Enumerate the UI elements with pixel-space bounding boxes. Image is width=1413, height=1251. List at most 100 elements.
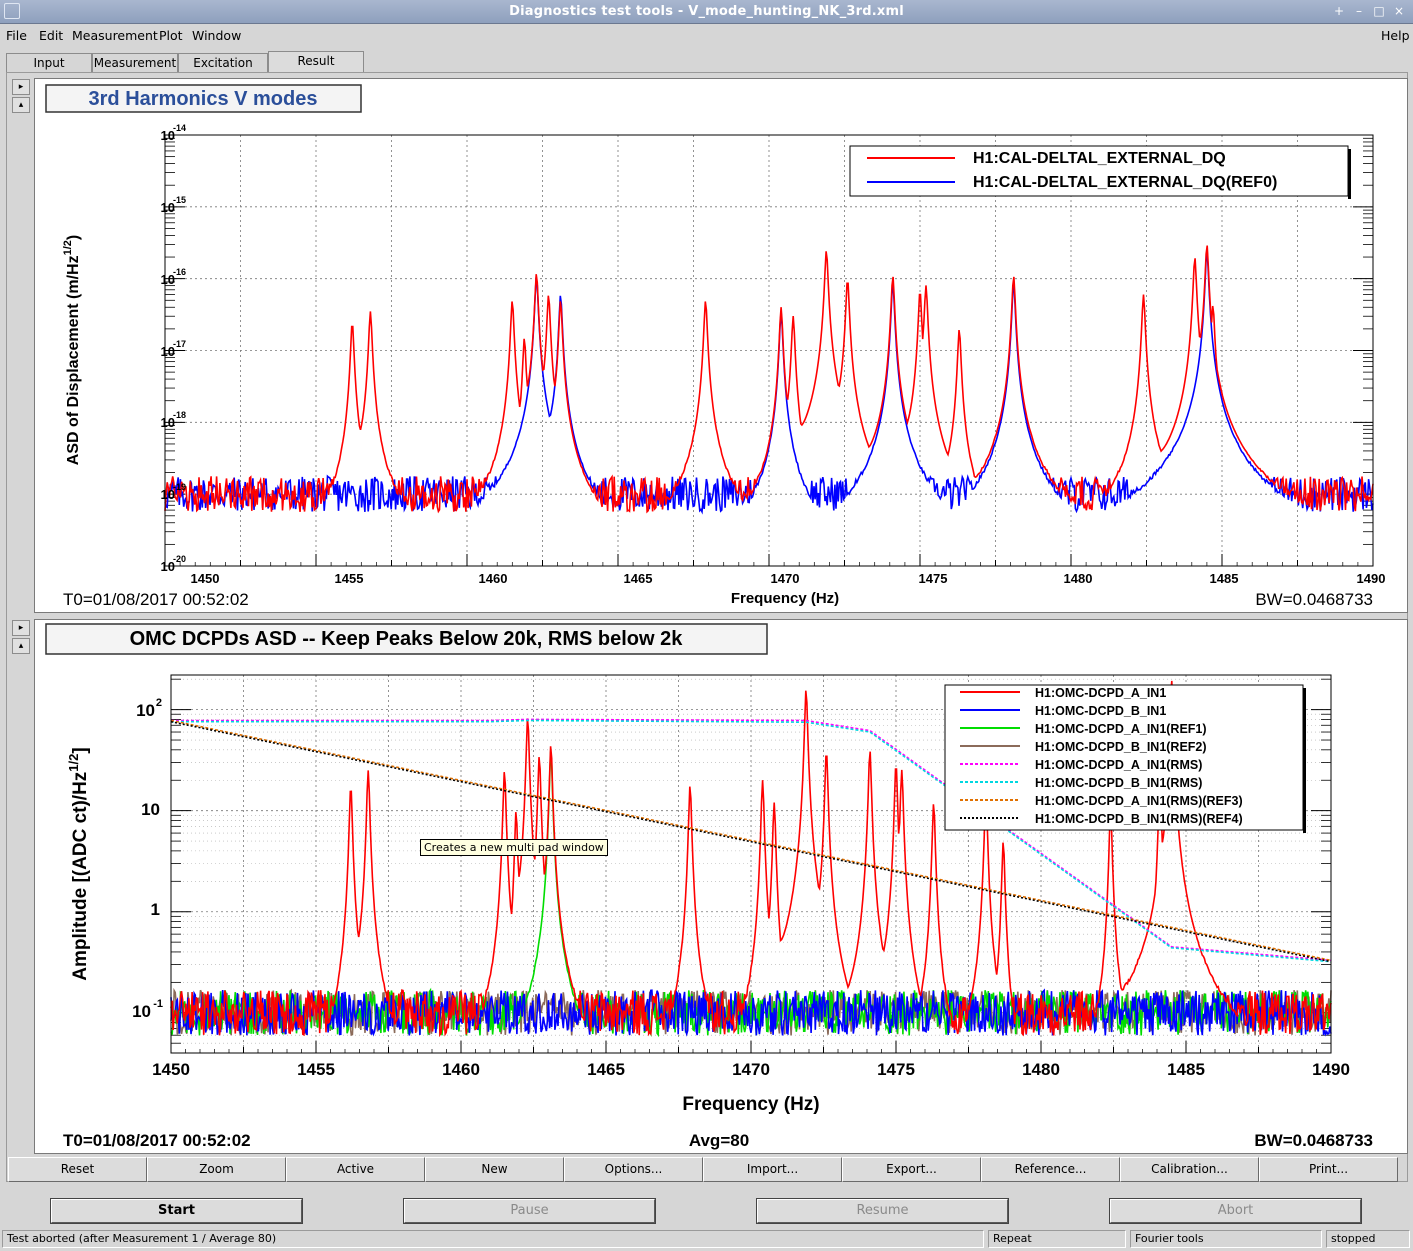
status-state: stopped — [1326, 1230, 1410, 1248]
plot-pad-2[interactable]: OMC DCPDs ASD -- Keep Peaks Below 20k, R… — [34, 619, 1408, 1154]
new-button[interactable]: New — [425, 1157, 564, 1182]
plot-2-legend-entry: H1:OMC-DCPD_B_IN1(REF2) — [1035, 740, 1207, 754]
resume-button[interactable]: Resume — [757, 1199, 1008, 1223]
plot-1-ytick-labels: 10 -14 10 -15 10 -16 10 -17 10 -18 10 -1… — [161, 123, 186, 574]
plot-1-xtick: 1475 — [919, 571, 948, 586]
calibration-button[interactable]: Calibration... — [1120, 1157, 1259, 1182]
window-controls: + – □ × — [1331, 3, 1407, 19]
pad1-collapse-icon[interactable]: ▴ — [12, 97, 30, 113]
plot-1-ylabel-main: ASD of Displacement (m/Hz — [65, 255, 82, 465]
plot-2-legend-entry: H1:OMC-DCPD_A_IN1 — [1035, 686, 1166, 700]
export-button[interactable]: Export... — [842, 1157, 981, 1182]
window-plus-icon[interactable]: + — [1331, 3, 1347, 19]
plot-1-legend: H1:CAL-DELTAL_EXTERNAL_DQ H1:CAL-DELTAL_… — [849, 145, 1351, 199]
plot-1-ytick-exp: -16 — [173, 267, 186, 277]
plot-1-ylabel-end: ) — [65, 235, 82, 240]
plot-2-xtick: 1480 — [1022, 1060, 1060, 1079]
plot-2-title: OMC DCPDs ASD -- Keep Peaks Below 20k, R… — [130, 628, 684, 650]
window-title: Diagnostics test tools - V_mode_hunting_… — [509, 4, 904, 19]
plot-2-xtick: 1490 — [1312, 1060, 1350, 1079]
window-close-icon[interactable]: × — [1391, 3, 1407, 19]
plot-1-xtick-labels: 1450 1455 1460 1465 1470 1475 1480 1485 … — [191, 571, 1386, 586]
plot-1-xtick: 1460 — [479, 571, 508, 586]
plot-2-legend-entry: H1:OMC-DCPD_A_IN1(REF1) — [1035, 722, 1207, 736]
plot-2-legend: H1:OMC-DCPD_A_IN1 H1:OMC-DCPD_B_IN1 H1:OMC… — [944, 684, 1306, 833]
status-message: Test aborted (after Measurement 1 / Aver… — [2, 1230, 984, 1248]
plot-1-xtick: 1490 — [1357, 571, 1386, 586]
plot-1-ytick-exp: -18 — [173, 410, 186, 420]
pause-button[interactable]: Pause — [404, 1199, 655, 1223]
status-bar: Test aborted (after Measurement 1 / Aver… — [0, 1228, 1413, 1250]
plot-2-legend-entry: H1:OMC-DCPD_B_IN1(RMS)(REF4) — [1035, 812, 1243, 826]
plot-1-ylabel: ASD of Displacement (m/Hz1/2) — [62, 235, 82, 465]
menu-file[interactable]: File — [6, 28, 27, 43]
plot-2-xlabel: Frequency (Hz) — [682, 1094, 819, 1115]
print-button[interactable]: Print... — [1259, 1157, 1398, 1182]
plot-1-xtick: 1485 — [1210, 571, 1239, 586]
plot-2-ytick: 10 — [132, 1002, 151, 1021]
options-button[interactable]: Options... — [564, 1157, 703, 1182]
plot-1-canvas: 3rd Harmonics V modes 1450 1455 1460 146… — [45, 84, 1386, 609]
reference-button[interactable]: Reference... — [981, 1157, 1120, 1182]
plot-2-ytick: 1 — [151, 900, 160, 919]
plot-1-legend-shadow — [1348, 149, 1351, 199]
pad1-expand-icon[interactable]: ▸ — [12, 79, 30, 95]
plot-2-xtick: 1460 — [442, 1060, 480, 1079]
menu-plot[interactable]: Plot — [159, 28, 183, 43]
plot-1-bw: BW=0.0468733 — [1255, 590, 1373, 609]
plot-2-xtick: 1475 — [877, 1060, 915, 1079]
tab-result[interactable]: Result — [268, 51, 364, 73]
menu-measurement[interactable]: Measurement — [72, 28, 158, 43]
tab-input[interactable]: Input — [6, 53, 92, 73]
active-button[interactable]: Active — [286, 1157, 425, 1182]
tab-measurement[interactable]: Measurement — [92, 53, 178, 73]
plot-1-ytick-exp: -19 — [173, 482, 186, 492]
menu-help[interactable]: Help — [1381, 28, 1410, 43]
plot-2-legend-entry: H1:OMC-DCPD_A_IN1(RMS)(REF3) — [1035, 794, 1243, 808]
plot-1-xtick: 1450 — [191, 571, 220, 586]
plot-2-bw: BW=0.0468733 — [1254, 1131, 1373, 1150]
plot-2-ytick-labels: 10 2 10 1 10 -1 — [132, 697, 163, 1021]
plot-2-xtick: 1470 — [732, 1060, 770, 1079]
plot-2-legend-shadow — [1303, 688, 1306, 833]
window-minimize-icon[interactable]: – — [1351, 3, 1367, 19]
plot-1-xtick: 1455 — [335, 571, 364, 586]
plot-1-t0: T0=01/08/2017 00:52:02 — [63, 590, 249, 609]
zoom-button[interactable]: Zoom — [147, 1157, 286, 1182]
tab-excitation[interactable]: Excitation — [178, 53, 268, 73]
plot-2-canvas: OMC DCPDs ASD -- Keep Peaks Below 20k, R… — [45, 623, 1373, 1150]
import-button[interactable]: Import... — [703, 1157, 842, 1182]
plot-2-xtick: 1465 — [587, 1060, 625, 1079]
plot-1-ytick-exp: -17 — [173, 339, 186, 349]
plot-2-t0: T0=01/08/2017 00:52:02 — [63, 1131, 251, 1150]
plot-2-ylabel-sup: 1/2 — [66, 754, 81, 772]
plot-2-ytick-exp: -1 — [153, 998, 163, 1010]
plot-2-ytick: 10 — [141, 800, 160, 819]
plot-2-legend-entry: H1:OMC-DCPD_B_IN1(RMS) — [1035, 776, 1202, 790]
plot-1-ytick-exp: -14 — [173, 123, 186, 133]
menu-window[interactable]: Window — [192, 28, 241, 43]
plot-pad-1[interactable]: 3rd Harmonics V modes 1450 1455 1460 146… — [34, 78, 1408, 613]
plot-2-xtick-labels: 1450 1455 1460 1465 1470 1475 1480 1485 … — [152, 1060, 1350, 1079]
pad2-expand-icon[interactable]: ▸ — [12, 620, 30, 636]
plot-2-ytick: 10 — [136, 701, 155, 720]
window-titlebar: Diagnostics test tools - V_mode_hunting_… — [0, 0, 1413, 24]
status-tool: Fourier tools — [1130, 1230, 1322, 1248]
plot-2-legend-entry: H1:OMC-DCPD_A_IN1(RMS) — [1035, 758, 1202, 772]
pad2-collapse-icon[interactable]: ▴ — [12, 638, 30, 654]
start-button[interactable]: Start — [51, 1199, 302, 1223]
window-maximize-icon[interactable]: □ — [1371, 3, 1387, 19]
plot-1-title: 3rd Harmonics V modes — [89, 88, 318, 110]
plot-2-xtick: 1485 — [1167, 1060, 1205, 1079]
plot-2-xtick: 1455 — [297, 1060, 335, 1079]
menubar: File Edit Measurement Plot Window Help — [0, 25, 1413, 47]
reset-button[interactable]: Reset — [8, 1157, 147, 1182]
status-mode: Repeat — [988, 1230, 1126, 1248]
abort-button[interactable]: Abort — [1110, 1199, 1361, 1223]
menu-edit[interactable]: Edit — [39, 28, 63, 43]
plot-1-ylabel-sup: 1/2 — [62, 240, 74, 255]
plot-1-legend-entry: H1:CAL-DELTAL_EXTERNAL_DQ — [973, 150, 1226, 167]
plot-2-ytick-exp: 2 — [156, 697, 162, 709]
plot-1-legend-entry: H1:CAL-DELTAL_EXTERNAL_DQ(REF0) — [973, 174, 1277, 191]
plot-1-xtick: 1465 — [624, 571, 653, 586]
